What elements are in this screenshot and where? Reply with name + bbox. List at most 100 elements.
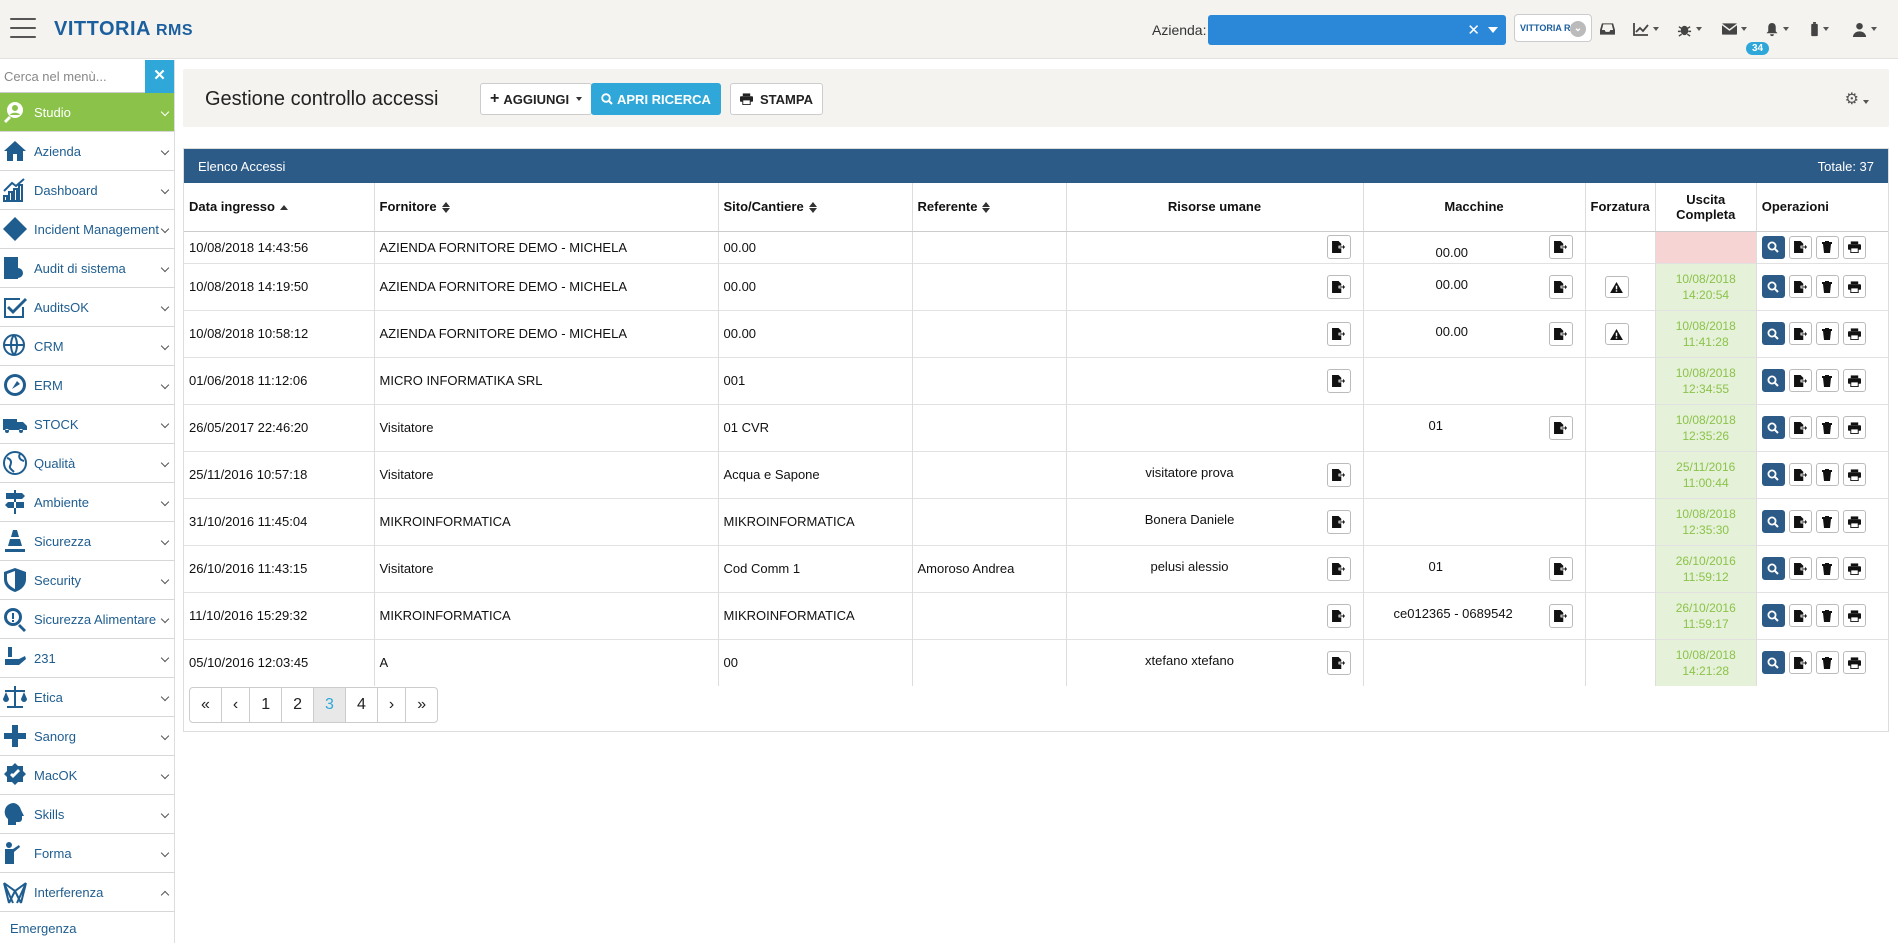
exit-icon[interactable] <box>1326 462 1351 487</box>
print-button[interactable]: STAMPA <box>730 83 823 115</box>
exit-button[interactable] <box>1788 322 1812 345</box>
sidebar-item-skills[interactable]: Skills <box>0 795 174 834</box>
view-button[interactable] <box>1761 235 1785 259</box>
print-row-button[interactable] <box>1842 463 1866 486</box>
page-link[interactable]: « <box>190 688 222 722</box>
exit-icon[interactable] <box>1326 274 1351 299</box>
view-button[interactable] <box>1761 557 1785 580</box>
sidebar-item-azienda[interactable]: Azienda <box>0 132 174 171</box>
exit-button[interactable] <box>1788 510 1812 533</box>
warning-icon[interactable] <box>1604 322 1629 345</box>
sidebar-item-crm[interactable]: CRM <box>0 327 174 366</box>
exit-icon[interactable] <box>1548 274 1573 299</box>
add-button[interactable]: + AGGIUNGI <box>480 83 593 115</box>
sidebar-item-qualit-[interactable]: Qualità <box>0 444 174 483</box>
azienda-logo-badge[interactable]: VITTORIA RMS ⌄ <box>1514 14 1592 42</box>
battery-icon[interactable] <box>1810 20 1829 38</box>
notification-count-badge[interactable]: 34 <box>1746 42 1770 55</box>
col-sito-cantiere[interactable]: Sito/Cantiere <box>718 183 913 232</box>
view-button[interactable] <box>1761 369 1785 392</box>
exit-button[interactable] <box>1788 235 1812 259</box>
print-row-button[interactable] <box>1842 651 1866 675</box>
sidebar-item-studio[interactable]: Studio <box>0 93 174 132</box>
settings-gear-icon[interactable]: ⚙ <box>1845 89 1869 109</box>
delete-button[interactable] <box>1815 651 1839 675</box>
col-data-ingresso[interactable]: Data ingresso <box>184 183 375 232</box>
exit-icon[interactable] <box>1326 556 1351 581</box>
exit-button[interactable] <box>1788 416 1812 439</box>
bug-icon[interactable] <box>1677 20 1702 38</box>
sidebar-item-sicurezza[interactable]: Sicurezza <box>0 522 174 561</box>
chevron-down-icon[interactable] <box>1488 27 1498 33</box>
sidebar-item-stock[interactable]: STOCK <box>0 405 174 444</box>
delete-button[interactable] <box>1815 235 1839 259</box>
exit-icon[interactable] <box>1548 235 1573 259</box>
exit-icon[interactable] <box>1326 368 1351 393</box>
inbox-icon[interactable] <box>1600 20 1615 38</box>
delete-button[interactable] <box>1815 510 1839 533</box>
exit-button[interactable] <box>1788 557 1812 580</box>
page-link[interactable]: 4 <box>346 688 378 722</box>
app-logo[interactable]: VITTORIA RMS <box>54 18 193 41</box>
delete-button[interactable] <box>1815 604 1839 627</box>
sidebar-item-security[interactable]: Security <box>0 561 174 600</box>
delete-button[interactable] <box>1815 322 1839 345</box>
user-icon[interactable] <box>1852 20 1877 38</box>
exit-icon[interactable] <box>1326 509 1351 534</box>
exit-icon[interactable] <box>1548 415 1573 440</box>
open-search-button[interactable]: APRI RICERCA <box>591 83 721 115</box>
sidebar-item-forma[interactable]: Forma <box>0 834 174 873</box>
print-row-button[interactable] <box>1842 416 1866 439</box>
print-row-button[interactable] <box>1842 322 1866 345</box>
hamburger-menu-icon[interactable] <box>10 18 36 40</box>
exit-icon[interactable] <box>1548 321 1573 346</box>
print-row-button[interactable] <box>1842 369 1866 392</box>
sidebar-item-erm[interactable]: ERM <box>0 366 174 405</box>
exit-button[interactable] <box>1788 463 1812 486</box>
exit-button[interactable] <box>1788 604 1812 627</box>
view-button[interactable] <box>1761 416 1785 439</box>
delete-button[interactable] <box>1815 557 1839 580</box>
bell-icon[interactable] <box>1765 20 1789 38</box>
sidebar-item-macok[interactable]: MacOK <box>0 756 174 795</box>
search-clear-button[interactable]: ✕ <box>145 60 174 93</box>
azienda-clear-icon[interactable]: ✕ <box>1467 21 1480 39</box>
delete-button[interactable] <box>1815 463 1839 486</box>
exit-icon[interactable] <box>1326 603 1351 628</box>
envelope-icon[interactable] <box>1722 20 1747 38</box>
sidebar-item-auditsok[interactable]: AuditsOK <box>0 288 174 327</box>
exit-icon[interactable] <box>1548 556 1573 581</box>
exit-icon[interactable] <box>1548 603 1573 628</box>
sidebar-subitem-emergenza[interactable]: Emergenza <box>0 912 174 943</box>
col-fornitore[interactable]: Fornitore <box>374 183 719 232</box>
sidebar-item-dashboard[interactable]: Dashboard <box>0 171 174 210</box>
page-link[interactable]: › <box>378 688 407 722</box>
chart-line-icon[interactable] <box>1633 20 1659 38</box>
page-link[interactable]: ‹ <box>222 688 251 722</box>
print-row-button[interactable] <box>1842 235 1866 259</box>
sidebar-item-sanorg[interactable]: Sanorg <box>0 717 174 756</box>
page-link[interactable]: 1 <box>250 688 283 722</box>
view-button[interactable] <box>1761 275 1785 298</box>
view-button[interactable] <box>1761 463 1785 486</box>
exit-icon[interactable] <box>1326 321 1351 346</box>
sidebar-item-interferenza[interactable]: Interferenza <box>0 873 174 912</box>
view-button[interactable] <box>1761 322 1785 345</box>
delete-button[interactable] <box>1815 416 1839 439</box>
page-link[interactable]: 2 <box>282 688 315 722</box>
exit-icon[interactable] <box>1326 650 1351 675</box>
print-row-button[interactable] <box>1842 510 1866 533</box>
delete-button[interactable] <box>1815 275 1839 298</box>
exit-icon[interactable] <box>1326 235 1351 259</box>
col-referente[interactable]: Referente <box>912 183 1067 232</box>
print-row-button[interactable] <box>1842 275 1866 298</box>
sidebar-item-231[interactable]: 231 <box>0 639 174 678</box>
page-link[interactable]: 3 <box>314 688 346 722</box>
exit-button[interactable] <box>1788 651 1812 675</box>
warning-icon[interactable] <box>1604 275 1629 298</box>
sidebar-item-ambiente[interactable]: Ambiente <box>0 483 174 522</box>
view-button[interactable] <box>1761 510 1785 533</box>
sidebar-item-audit-di-sistema[interactable]: Audit di sistema <box>0 249 174 288</box>
page-link[interactable]: » <box>406 688 437 722</box>
view-button[interactable] <box>1761 604 1785 627</box>
